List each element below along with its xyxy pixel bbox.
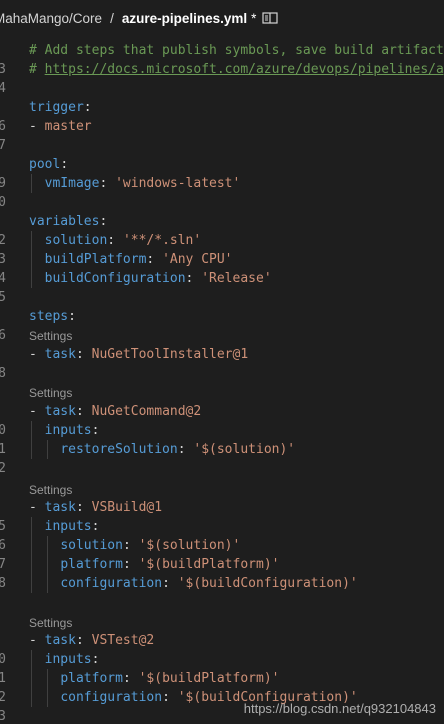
yaml-value: '$(buildPlatform)' bbox=[138, 557, 280, 572]
unsaved-marker: * bbox=[251, 10, 257, 26]
code-line: 4 # https://docs.microsoft.com/azure/dev… bbox=[0, 60, 444, 96]
code-line: 2 variables: bbox=[0, 212, 444, 248]
docs-link[interactable]: https://docs.microsoft.com/azure/devops/… bbox=[45, 62, 444, 77]
comment: # Add steps that publish symbols, save b… bbox=[29, 43, 444, 58]
line-number: 8 bbox=[0, 366, 6, 381]
code-line: 4 buildPlatform: 'Any CPU' bbox=[0, 250, 444, 286]
line-number: 4 bbox=[0, 81, 6, 96]
yaml-value: '$(solution)' bbox=[193, 442, 296, 457]
code-line: 2 restoreSolution: '$(solution)' bbox=[0, 440, 444, 476]
yaml-key: task bbox=[44, 404, 76, 419]
code-line: 2 platform: '$(buildPlatform)' bbox=[0, 669, 444, 705]
yaml-value: 'windows-latest' bbox=[115, 176, 241, 191]
watermark: https://blog.csdn.net/q932104843 bbox=[243, 701, 436, 716]
yaml-key: platform bbox=[60, 671, 123, 686]
yaml-key: task bbox=[44, 347, 76, 362]
code-line: 5 - task: VSBuild@1 bbox=[0, 498, 444, 534]
code-line: 7 solution: '$(solution)' bbox=[0, 536, 444, 572]
code-line: 7 - master bbox=[0, 117, 444, 153]
code-line: 3 solution: '**/*.sln' bbox=[0, 231, 444, 267]
line-number: 2 bbox=[0, 461, 6, 476]
split-editor-icon[interactable] bbox=[262, 11, 278, 25]
code-line: 1 inputs: bbox=[0, 421, 444, 457]
yaml-value: VSBuild@1 bbox=[91, 500, 163, 515]
yaml-key: solution bbox=[44, 233, 108, 248]
yaml-value: '$(solution)' bbox=[138, 538, 241, 553]
line-number: 6 bbox=[0, 328, 6, 343]
line-number: 7 bbox=[0, 138, 6, 153]
code-line: configuration: '$(buildConfiguration)' bbox=[0, 574, 444, 593]
yaml-value: '$(buildConfiguration)' bbox=[177, 576, 358, 591]
settings-codelens[interactable]: Settings bbox=[29, 615, 72, 631]
settings-codelens[interactable]: Settings bbox=[29, 385, 72, 401]
yaml-value: 'Any CPU' bbox=[162, 252, 233, 267]
code-editor[interactable]: 3 # Add steps that publish symbols, save… bbox=[0, 36, 444, 724]
yaml-key: inputs bbox=[44, 423, 92, 438]
yaml-value: 'Release' bbox=[201, 271, 272, 286]
line-number: 0 bbox=[0, 195, 6, 210]
code-line: 1 inputs: bbox=[0, 650, 444, 686]
yaml-key: configuration bbox=[60, 690, 163, 705]
yaml-value: NuGetToolInstaller@1 bbox=[91, 347, 249, 362]
yaml-key: trigger bbox=[29, 100, 84, 115]
code-line: 0 vmImage: 'windows-latest' bbox=[0, 174, 444, 210]
yaml-key: variables bbox=[29, 214, 100, 229]
yaml-value: '**/*.sln' bbox=[122, 233, 202, 248]
yaml-key: inputs bbox=[44, 519, 92, 534]
comment-prefix: # bbox=[29, 62, 45, 77]
code-line: 6 steps: bbox=[0, 307, 444, 343]
yaml-key: pool bbox=[29, 157, 61, 172]
yaml-value: master bbox=[44, 119, 92, 134]
yaml-key: buildConfiguration bbox=[44, 271, 186, 286]
yaml-key: inputs bbox=[44, 652, 92, 667]
code-line: 8 - task: NuGetToolInstaller@1 bbox=[0, 345, 444, 381]
code-line: 0 - task: NuGetCommand@2 bbox=[0, 402, 444, 438]
yaml-value: VSTest@2 bbox=[91, 633, 155, 648]
code-line: 5 buildConfiguration: 'Release' bbox=[0, 269, 444, 305]
yaml-key: task bbox=[44, 633, 76, 648]
code-line: 3 # Add steps that publish symbols, save… bbox=[0, 41, 444, 77]
yaml-key: restoreSolution bbox=[60, 442, 178, 457]
editor-tab[interactable]: MahaMango/Core / azure-pipelines.yml * bbox=[0, 0, 444, 36]
code-line: 6 inputs: bbox=[0, 517, 444, 553]
tab-repo-path: MahaMango/Core bbox=[0, 10, 103, 26]
code-line: 0 - task: VSTest@2 bbox=[0, 631, 444, 667]
yaml-value: '$(buildPlatform)' bbox=[138, 671, 280, 686]
code-line: 6 trigger: bbox=[0, 98, 444, 134]
yaml-key: solution bbox=[60, 538, 123, 553]
settings-codelens[interactable]: Settings bbox=[29, 328, 72, 344]
code-line: 8 platform: '$(buildPlatform)' bbox=[0, 555, 444, 591]
yaml-value: NuGetCommand@2 bbox=[91, 404, 202, 419]
yaml-key: platform bbox=[60, 557, 123, 572]
yaml-key: task bbox=[44, 500, 76, 515]
tab-path-separator: / bbox=[110, 10, 114, 26]
line-number: 5 bbox=[0, 290, 6, 305]
code-line: 9 pool: bbox=[0, 155, 444, 191]
line-number: 3 bbox=[0, 709, 6, 724]
tab-file-name[interactable]: azure-pipelines.yml bbox=[122, 11, 247, 26]
yaml-key: configuration bbox=[60, 576, 163, 591]
yaml-key: steps bbox=[29, 309, 69, 324]
yaml-key: vmImage bbox=[44, 176, 100, 191]
settings-codelens[interactable]: Settings bbox=[29, 482, 72, 498]
yaml-key: buildPlatform bbox=[44, 252, 147, 267]
